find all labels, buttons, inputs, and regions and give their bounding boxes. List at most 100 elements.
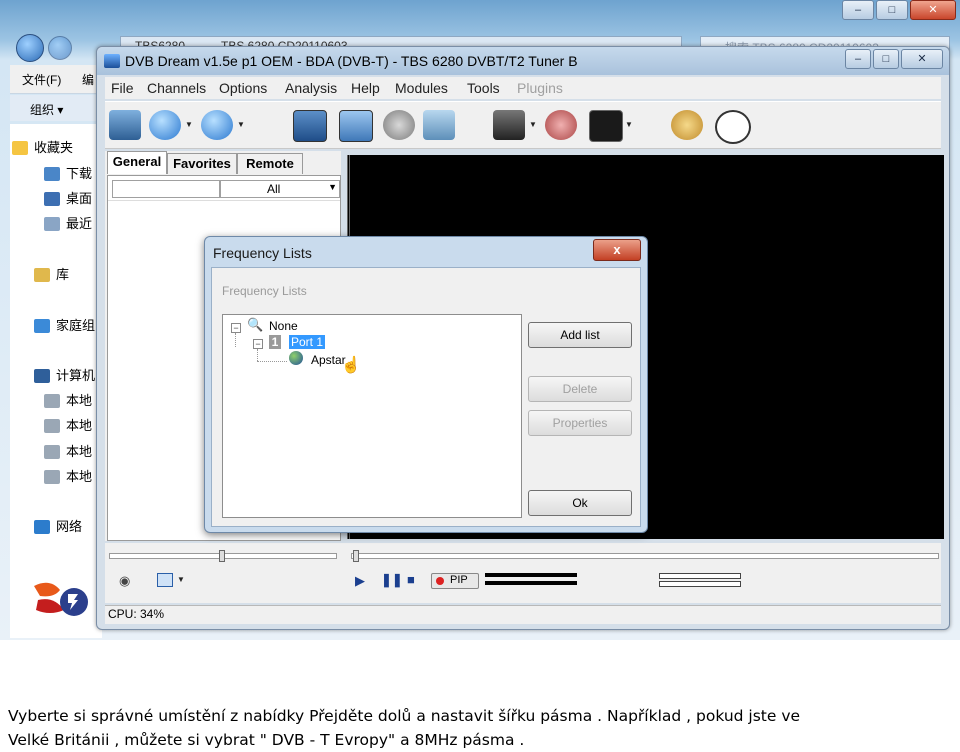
play-icon[interactable]: ▶ <box>355 573 365 589</box>
record-dot-icon <box>436 577 444 585</box>
library-icon <box>34 268 50 282</box>
tab-general[interactable]: General <box>107 151 167 174</box>
sidebar-item-downloads[interactable]: 下载 <box>44 164 93 184</box>
pip-label: PIP <box>450 574 468 586</box>
maximize-button[interactable]: □ <box>873 49 899 69</box>
gear-icon[interactable] <box>383 110 415 140</box>
recent-places-icon <box>44 217 60 231</box>
explorer-window-controls: – □ ✕ <box>840 0 956 20</box>
sidebar-item-local-disk[interactable]: 本地 <box>44 442 93 462</box>
menu-file[interactable]: File <box>111 80 134 96</box>
sidebar-item-label: 最近 <box>66 216 93 231</box>
menu-analysis[interactable]: Analysis <box>285 80 337 96</box>
forward-arrow-icon[interactable] <box>201 110 233 140</box>
sidebar-item-label: 本地 <box>66 444 93 459</box>
volume-slider-thumb[interactable] <box>219 550 225 562</box>
tree-line <box>235 333 237 347</box>
mute-icon[interactable]: ◉ <box>119 573 130 589</box>
menu-modules[interactable]: Modules <box>395 80 448 96</box>
sidebar-item-label: 家庭组 <box>56 318 96 333</box>
sidebar-item-desktop[interactable]: 桌面 <box>44 189 92 209</box>
clapperboard-icon[interactable] <box>493 110 525 140</box>
menubar: File Channels Options Analysis Help Modu… <box>105 77 941 99</box>
menu-plugins[interactable]: Plugins <box>517 80 563 96</box>
ok-button[interactable]: Ok <box>528 490 632 516</box>
chevron-down-icon[interactable]: ▼ <box>185 120 193 129</box>
close-button[interactable]: ✕ <box>910 0 956 20</box>
sidebar-item-label: 本地 <box>66 469 93 484</box>
menu-file[interactable]: 文件(F) <box>22 71 61 88</box>
close-button[interactable]: x <box>593 239 641 261</box>
filter-field[interactable] <box>112 180 220 198</box>
instruction-caption: Vyberte si správné umístění z nabídky Př… <box>8 704 952 752</box>
menu-tools[interactable]: Tools <box>467 80 500 96</box>
forward-arrow-icon[interactable] <box>48 36 72 60</box>
clock-icon[interactable] <box>715 110 751 144</box>
menu-options[interactable]: Options <box>219 80 267 96</box>
signal-quality-meter <box>485 581 577 585</box>
drive-icon <box>44 470 60 484</box>
back-arrow-icon[interactable] <box>149 110 181 140</box>
seek-slider[interactable] <box>351 553 939 559</box>
back-arrow-icon[interactable] <box>16 34 44 62</box>
hand-cursor-icon: ☝ <box>341 357 361 374</box>
title-bar[interactable]: DVB Dream v1.5e p1 OEM - BDA (DVB-T) - T… <box>97 47 949 75</box>
group-label: Frequency Lists <box>222 284 307 298</box>
stop-icon[interactable]: ■ <box>407 572 415 587</box>
minimize-button[interactable]: – <box>845 49 871 69</box>
collapse-toggle[interactable]: − <box>231 323 241 333</box>
minimize-button[interactable]: – <box>842 0 874 20</box>
filter-dropdown[interactable]: All ▼ <box>220 180 340 198</box>
sidebar-item-recent[interactable]: 最近 <box>44 214 93 234</box>
screenshot-icon[interactable] <box>423 110 455 140</box>
divider <box>108 200 340 201</box>
chevron-down-icon[interactable]: ▼ <box>237 120 245 129</box>
tree-node-none[interactable]: None <box>269 319 298 333</box>
sidebar-item-local-disk[interactable]: 本地 <box>44 467 93 487</box>
audio-level-meter <box>659 573 741 579</box>
app-icon <box>104 54 120 68</box>
organize-button[interactable]: 组织 ▾ <box>10 95 102 121</box>
display-mode-icon[interactable] <box>157 573 173 587</box>
tab-favorites[interactable]: Favorites <box>167 153 237 174</box>
sidebar-item-label: 本地 <box>66 393 93 408</box>
pip-button[interactable]: PIP <box>431 573 479 589</box>
collapse-toggle[interactable]: − <box>253 339 263 349</box>
tree-line <box>257 361 287 363</box>
sidebar-item-homegroup[interactable]: 家庭组 <box>34 316 96 336</box>
monitor-icon[interactable] <box>293 110 327 142</box>
sidebar-item-computer[interactable]: 计算机 <box>34 366 95 386</box>
organize-label: 组织 ▾ <box>30 103 64 117</box>
properties-button[interactable]: Properties <box>528 410 632 436</box>
chevron-down-icon[interactable]: ▼ <box>177 575 185 584</box>
epg-icon[interactable] <box>339 110 373 142</box>
chevron-down-icon[interactable]: ▼ <box>529 120 537 129</box>
pause-icon[interactable]: ❚❚ <box>381 572 403 588</box>
sidebar-item-local-disk[interactable]: 本地 <box>44 416 92 436</box>
signal-strength-meter <box>485 573 577 577</box>
sidebar-item-network[interactable]: 网络 <box>34 517 82 537</box>
add-list-button[interactable]: Add list <box>528 322 632 348</box>
sidebar-item-favorites[interactable]: 收藏夹 <box>12 138 73 158</box>
record-icon[interactable] <box>589 110 623 142</box>
globe-icon <box>289 351 303 365</box>
menu-help[interactable]: Help <box>351 80 380 96</box>
sidebar-item-local-disk[interactable]: 本地 <box>44 391 93 411</box>
frequency-tree[interactable]: − 🔍 None − 1 Port 1 Apstar ☝ <box>222 314 522 518</box>
menu-edit[interactable]: 编 <box>82 71 94 88</box>
stop-record-icon[interactable] <box>545 110 577 140</box>
desktop-icon <box>44 192 60 206</box>
menu-channels[interactable]: Channels <box>147 80 206 96</box>
sidebar-item-label: 下载 <box>66 166 93 181</box>
tab-remote[interactable]: Remote <box>237 153 303 174</box>
seek-slider-thumb[interactable] <box>353 550 359 562</box>
open-channels-icon[interactable] <box>109 110 141 140</box>
chevron-down-icon[interactable]: ▼ <box>625 120 633 129</box>
close-button[interactable]: ✕ <box>901 49 943 69</box>
download-folder-icon <box>44 167 60 181</box>
timer-icon[interactable] <box>671 110 703 140</box>
sidebar-item-libraries[interactable]: 库 <box>34 265 69 285</box>
maximize-button[interactable]: □ <box>876 0 908 20</box>
tree-node-port[interactable]: Port 1 <box>289 335 326 349</box>
delete-button[interactable]: Delete <box>528 376 632 402</box>
